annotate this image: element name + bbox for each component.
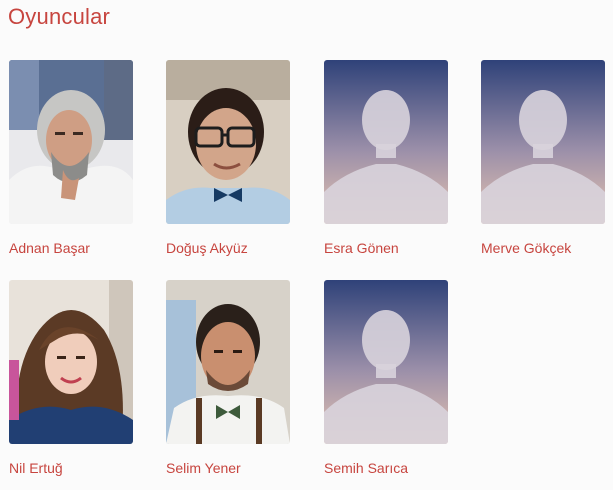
cast-page: Oyuncular Adnan Başar Doğuş Akyüz Esra G…: [0, 0, 613, 490]
placeholder-avatar-icon[interactable]: [324, 280, 448, 444]
cast-card-merve-gokcek[interactable]: Merve Gökçek: [481, 60, 607, 256]
cast-name[interactable]: Selim Yener: [166, 460, 292, 476]
cast-card-nil-ertug[interactable]: Nil Ertuğ: [9, 280, 135, 476]
cast-card-esra-gonen[interactable]: Esra Gönen: [324, 60, 450, 256]
cast-name[interactable]: Doğuş Akyüz: [166, 240, 292, 256]
cast-name[interactable]: Esra Gönen: [324, 240, 450, 256]
cast-name[interactable]: Semih Sarıca: [324, 460, 450, 476]
cast-photo[interactable]: [166, 60, 290, 224]
cast-name[interactable]: Adnan Başar: [9, 240, 135, 256]
cast-photo[interactable]: [166, 280, 290, 444]
cast-card-selim-yener[interactable]: Selim Yener: [166, 280, 292, 476]
placeholder-avatar-icon[interactable]: [481, 60, 605, 224]
cast-photo[interactable]: [9, 280, 133, 444]
placeholder-avatar-icon[interactable]: [324, 60, 448, 224]
cast-card-dogus-akyuz[interactable]: Doğuş Akyüz: [166, 60, 292, 256]
cast-card-adnan-basar[interactable]: Adnan Başar: [9, 60, 135, 256]
cast-photo[interactable]: [9, 60, 133, 224]
cast-name[interactable]: Nil Ertuğ: [9, 460, 135, 476]
cast-card-semih-sarica[interactable]: Semih Sarıca: [324, 280, 450, 476]
cast-name[interactable]: Merve Gökçek: [481, 240, 607, 256]
cast-grid: Adnan Başar Doğuş Akyüz Esra Gönen Merve…: [0, 0, 613, 490]
